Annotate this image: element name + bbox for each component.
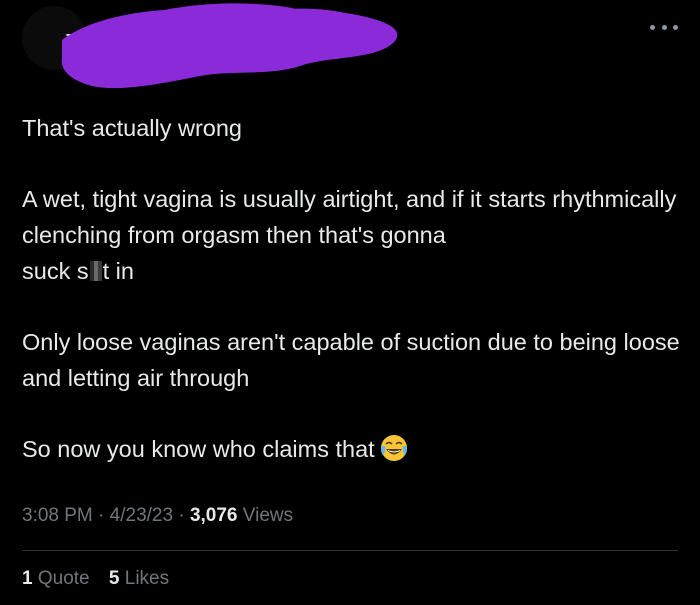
tweet-paragraph-text: A wet, tight vagina is usually airtight,… (22, 186, 677, 248)
tweet-paragraph: So now you know who claims that (22, 431, 687, 467)
dot (673, 24, 678, 30)
meta-separator: · (98, 505, 105, 526)
tweet-time[interactable]: 3:08 PM (22, 505, 93, 526)
tweet-stats: 1 Quote 5 Likes (22, 568, 183, 590)
views-count: 3,076 (189, 505, 238, 526)
tweet-paragraph: That's actually wrong (22, 115, 243, 141)
tweet-paragraph: Only loose vaginas aren't capable of suc… (22, 329, 680, 391)
tweet-line-before-censor: suck s (22, 258, 89, 284)
tweet-paragraph-text: So now you know who claims that (22, 436, 375, 462)
meta-separator: · (178, 505, 185, 526)
quotes-count: 1 (22, 568, 33, 589)
quotes-stat[interactable]: 1 Quote (22, 568, 90, 589)
face-with-tears-of-joy-icon (380, 435, 407, 461)
tweet-line-after-censor: t in (102, 258, 134, 284)
dot (661, 24, 667, 30)
likes-count: 5 (108, 568, 120, 589)
tweet-meta: 3:08 PM · 4/23/23 · 3,076 Views (22, 505, 293, 527)
likes-stat[interactable]: 5 Likes (109, 568, 169, 589)
quotes-label: Quote (37, 568, 90, 589)
redaction-scribble (61, 3, 398, 89)
censor-block (89, 261, 102, 281)
tweet-header (0, 0, 700, 95)
tweet-paragraph: A wet, tight vagina is usually airtight,… (22, 181, 687, 289)
views-label: Views (242, 505, 294, 526)
tweet-date[interactable]: 4/23/23 (110, 505, 173, 526)
likes-label: Likes (124, 568, 170, 589)
tweet-text: That's actually wrong A wet, tight vagin… (22, 110, 687, 467)
divider (22, 550, 678, 551)
dot (650, 24, 655, 30)
more-horizontal-icon[interactable] (650, 20, 678, 34)
